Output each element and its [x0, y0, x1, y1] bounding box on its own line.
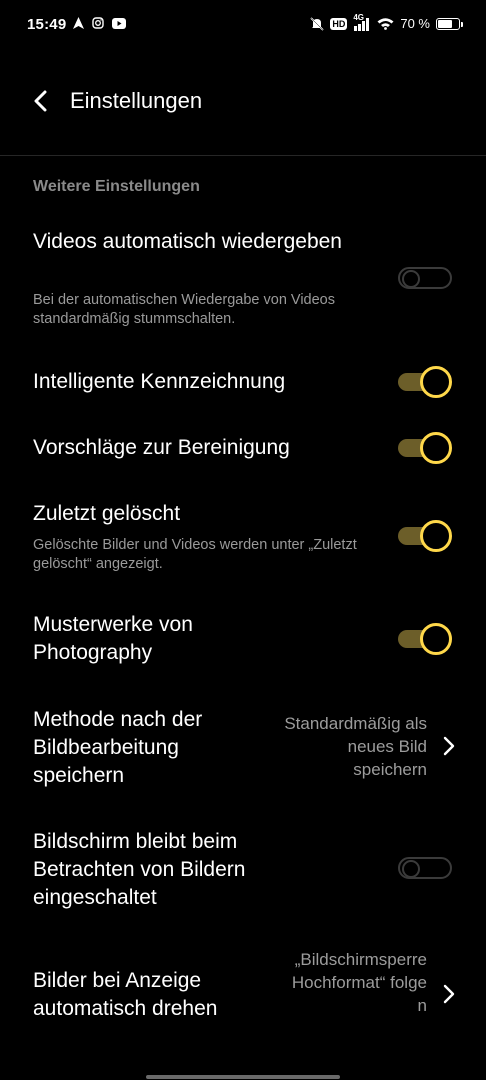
mute-icon [310, 16, 324, 31]
setting-description: Bei der automatischen Wiedergabe von Vid… [33, 292, 336, 327]
setting-title: Vorschläge zur Bereinigung [33, 436, 290, 459]
section-header: Weitere Einstellungen [33, 178, 200, 195]
battery-icon [436, 17, 463, 30]
setting-title: Videos automatisch wiedergeben [33, 230, 342, 253]
setting-value: Standardmäßig als neues Bild speichern [284, 714, 427, 779]
autoplay-videos-toggle[interactable] [398, 264, 452, 290]
setting-title: Intelligente Kennzeichnung [33, 370, 286, 393]
setting-auto-rotate[interactable]: Bilder bei Anzeige automatisch drehen „B… [0, 945, 486, 1045]
setting-autoplay-videos[interactable]: Videos automatisch wiedergeben Bei der a… [0, 222, 486, 342]
status-bar: 15:49 HD 4G 70 % [0, 0, 486, 50]
wifi-icon [377, 18, 394, 30]
hd-icon: HD [330, 17, 348, 30]
header-divider [0, 155, 486, 156]
navigation-icon [73, 17, 84, 29]
instagram-icon [92, 17, 104, 29]
setting-sample-works[interactable]: Musterwerke von Photography [0, 605, 486, 675]
setting-save-method[interactable]: Methode nach der Bildbearbeitung speiche… [0, 700, 486, 800]
sample-works-toggle[interactable] [398, 623, 452, 655]
chevron-left-icon [34, 90, 47, 112]
back-button[interactable] [24, 84, 58, 118]
setting-title: Musterwerke von Photography [33, 613, 193, 664]
setting-title: Bilder bei Anzeige automatisch drehen [33, 969, 218, 1020]
setting-value: „Bildschirmsperre Hochformat“ folgen [291, 950, 427, 1015]
app-bar: Einstellungen [0, 70, 486, 132]
status-time: 15:49 [27, 16, 67, 33]
setting-title: Methode nach der Bildbearbeitung speiche… [33, 708, 203, 787]
chevron-right-icon [443, 736, 455, 756]
home-indicator[interactable] [146, 1075, 340, 1079]
smart-tagging-toggle[interactable] [398, 366, 452, 398]
page-title: Einstellungen [70, 88, 203, 113]
chevron-right-icon [443, 984, 455, 1004]
notification-icons [73, 17, 126, 29]
battery-percent: 70 % [400, 16, 430, 31]
keep-screen-on-toggle[interactable] [398, 854, 452, 880]
system-icons: HD 4G 70 % [310, 13, 463, 31]
setting-keep-screen-on[interactable]: Bildschirm bleibt beim Betrachten von Bi… [0, 822, 486, 922]
setting-description: Gelöschte Bilder und Videos werden unter… [33, 537, 357, 572]
setting-title: Zuletzt gelöscht [33, 502, 181, 525]
setting-smart-tagging[interactable]: Intelligente Kennzeichnung [0, 360, 486, 408]
cleanup-suggestions-toggle[interactable] [398, 432, 452, 464]
signal-icon: 4G [353, 13, 371, 31]
setting-title: Bildschirm bleibt beim Betrachten von Bi… [33, 830, 246, 909]
setting-recently-deleted[interactable]: Zuletzt gelöscht Gelöschte Bilder und Vi… [0, 492, 486, 582]
setting-cleanup-suggestions[interactable]: Vorschläge zur Bereinigung [0, 426, 486, 474]
youtube-icon [112, 17, 126, 29]
recently-deleted-toggle[interactable] [398, 520, 452, 552]
